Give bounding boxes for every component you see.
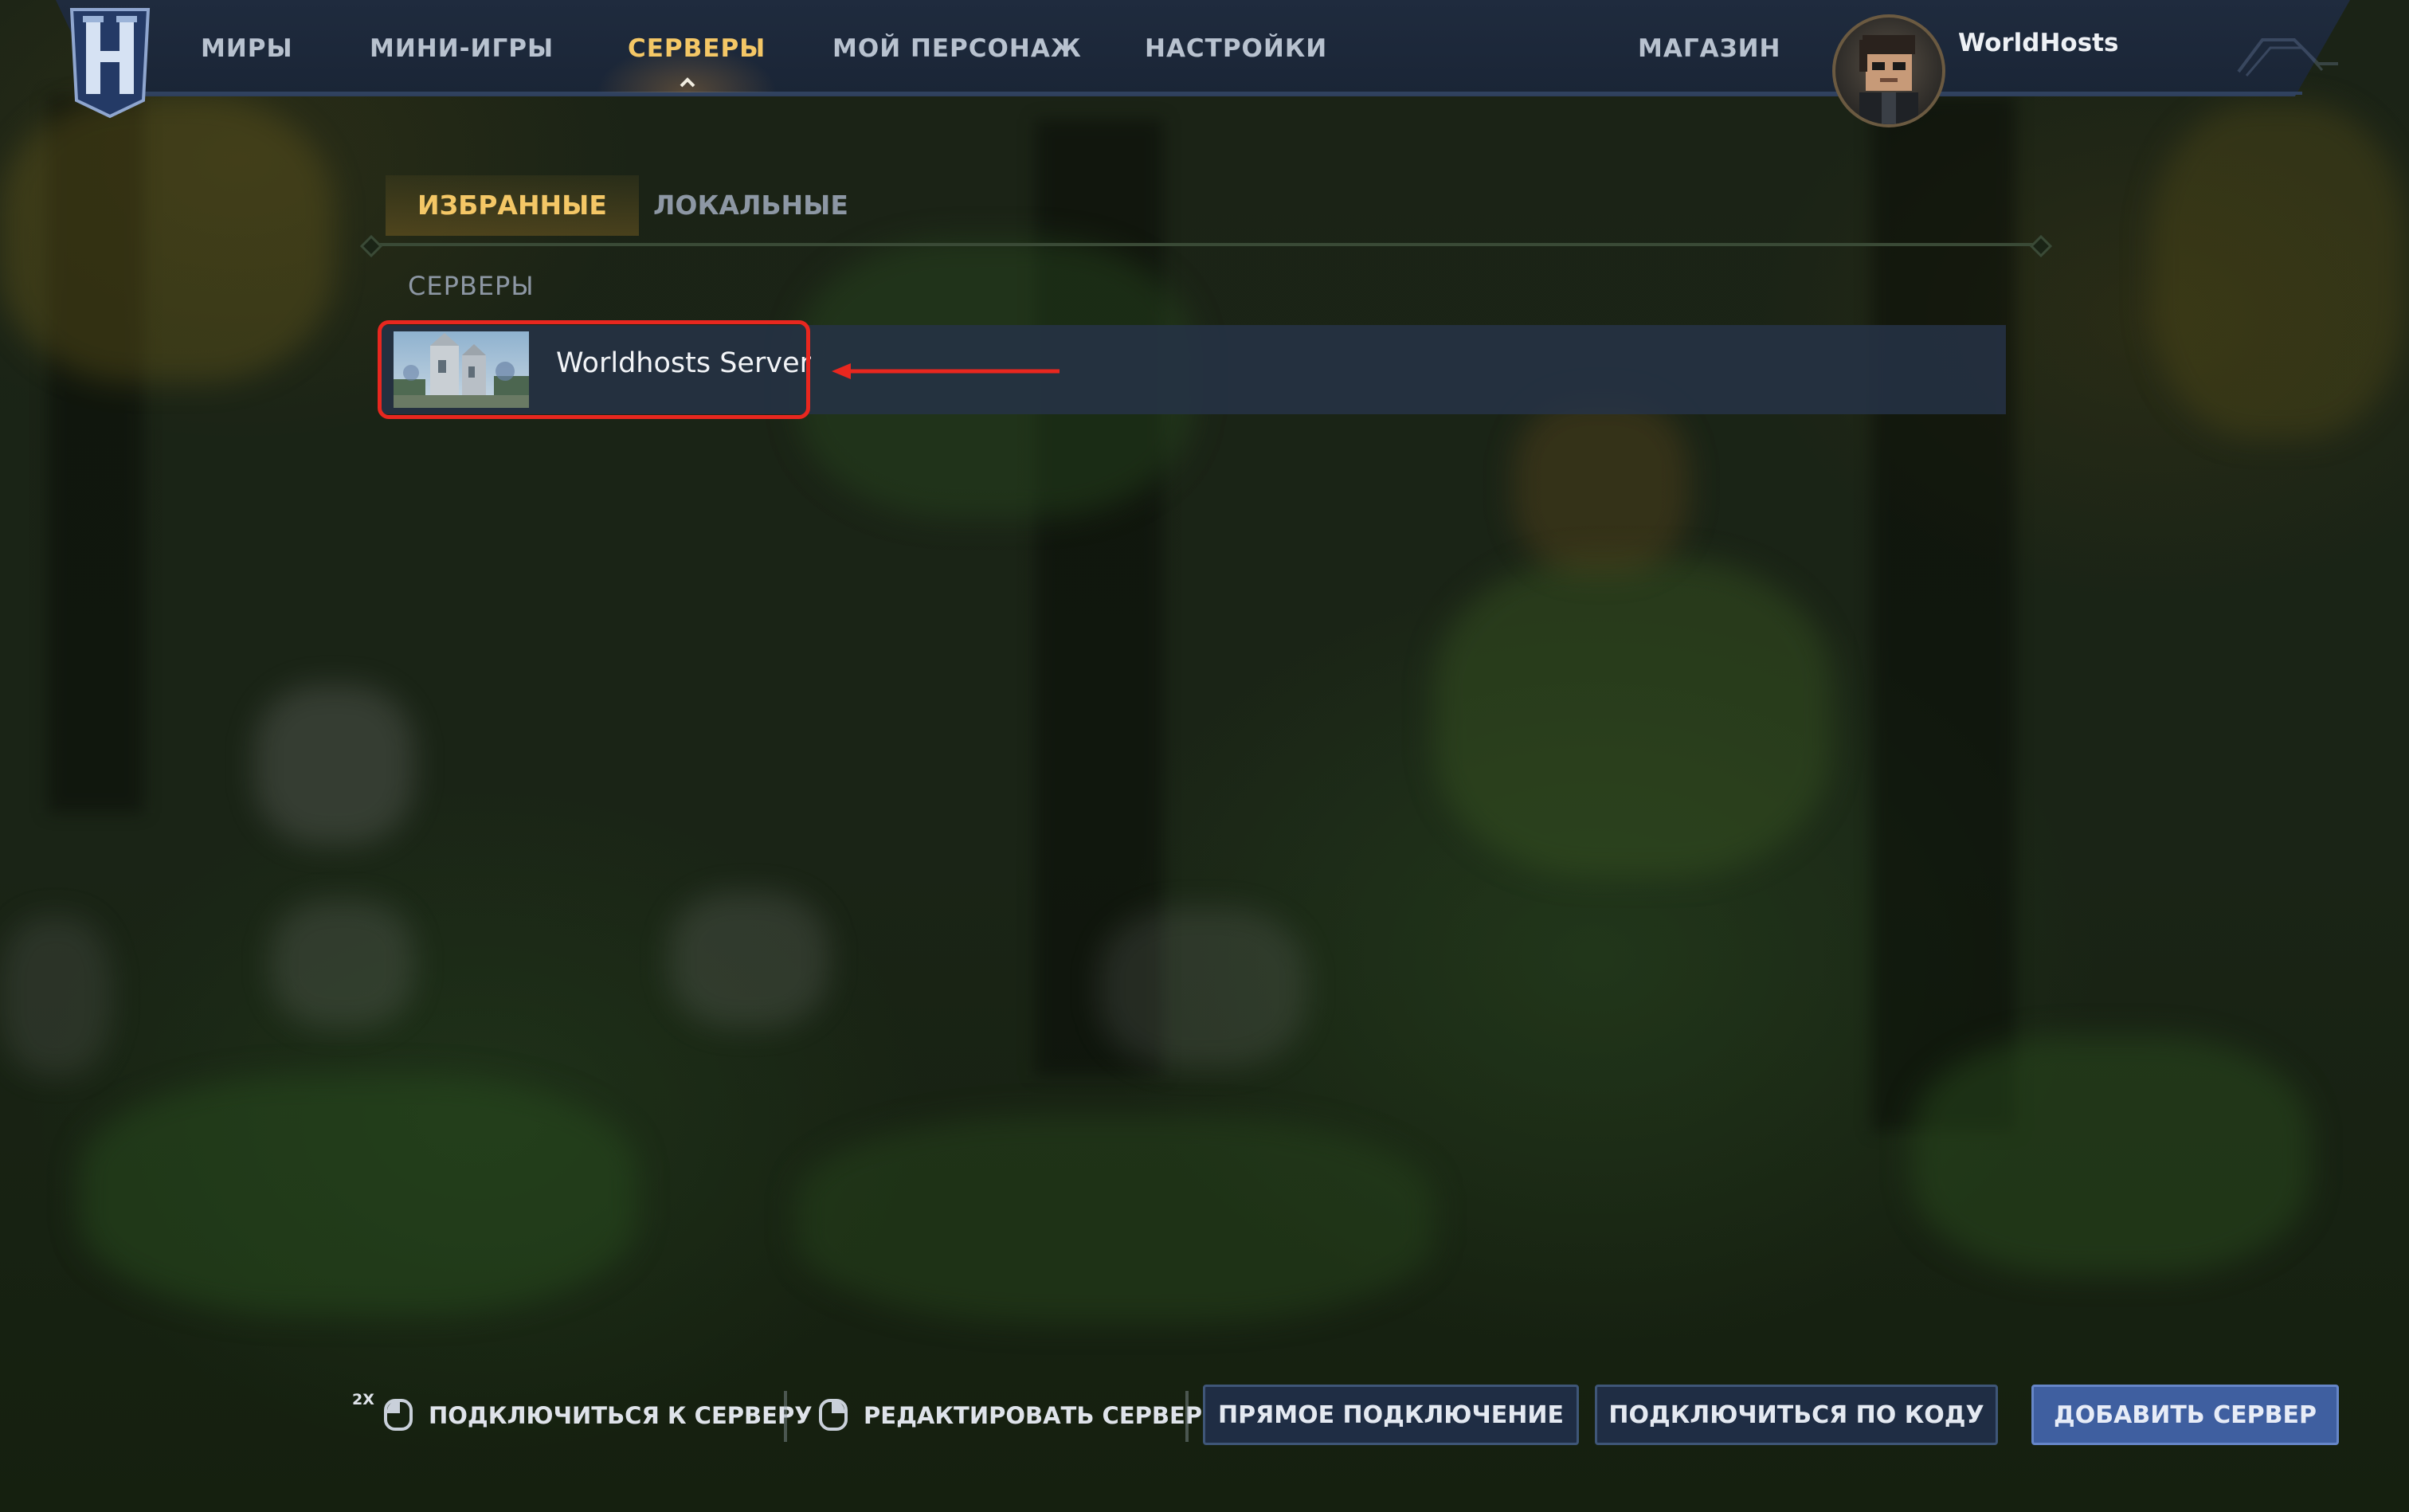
hytale-h-logo-icon[interactable]	[65, 5, 155, 119]
connect-to-server-hint[interactable]: ПОДКЛЮЧИТЬСЯ К СЕРВЕРУ	[429, 1396, 813, 1436]
hint-separator	[784, 1391, 787, 1442]
character-portrait-icon	[1859, 35, 1918, 124]
nav-worlds[interactable]: МИРЫ	[201, 29, 293, 69]
mouse-icon	[819, 1399, 848, 1431]
direct-connect-button[interactable]: ПРЯМОЕ ПОДКЛЮЧЕНИЕ	[1203, 1385, 1579, 1445]
nav-settings[interactable]: НАСТРОЙКИ	[1145, 29, 1327, 69]
blurred-world-background	[0, 0, 2409, 1512]
connect-by-code-button[interactable]: ПОДКЛЮЧИТЬСЯ ПО КОДУ	[1595, 1385, 1998, 1445]
decorative-pattern-icon	[2237, 38, 2338, 76]
tab-favorites[interactable]: ИЗБРАННЫЕ	[386, 175, 639, 236]
edit-server-hint[interactable]: РЕДАКТИРОВАТЬ СЕРВЕР	[864, 1396, 1202, 1436]
chevron-up-icon	[680, 77, 695, 88]
annotation-arrow-icon	[832, 363, 1060, 379]
hint-separator	[1185, 1391, 1189, 1442]
add-server-button[interactable]: ДОБАВИТЬ СЕРВЕР	[2031, 1385, 2339, 1445]
nav-minigames[interactable]: МИНИ-ИГРЫ	[370, 29, 554, 69]
double-click-multiplier: 2X	[352, 1391, 374, 1408]
tab-local[interactable]: ЛОКАЛЬНЫЕ	[621, 175, 880, 236]
tabs-divider	[366, 243, 2043, 246]
mouse-icon	[384, 1399, 413, 1431]
top-nav-divider	[96, 92, 2302, 95]
avatar[interactable]	[1832, 14, 1945, 127]
username-label: WorldHosts	[1958, 29, 2119, 57]
nav-servers[interactable]: СЕРВЕРЫ	[628, 29, 766, 69]
nav-my-character[interactable]: МОЙ ПЕРСОНАЖ	[832, 29, 1082, 69]
servers-section-label: СЕРВЕРЫ	[408, 271, 535, 301]
annotation-highlight-box	[378, 320, 810, 419]
nav-store[interactable]: МАГАЗИН	[1638, 29, 1781, 69]
